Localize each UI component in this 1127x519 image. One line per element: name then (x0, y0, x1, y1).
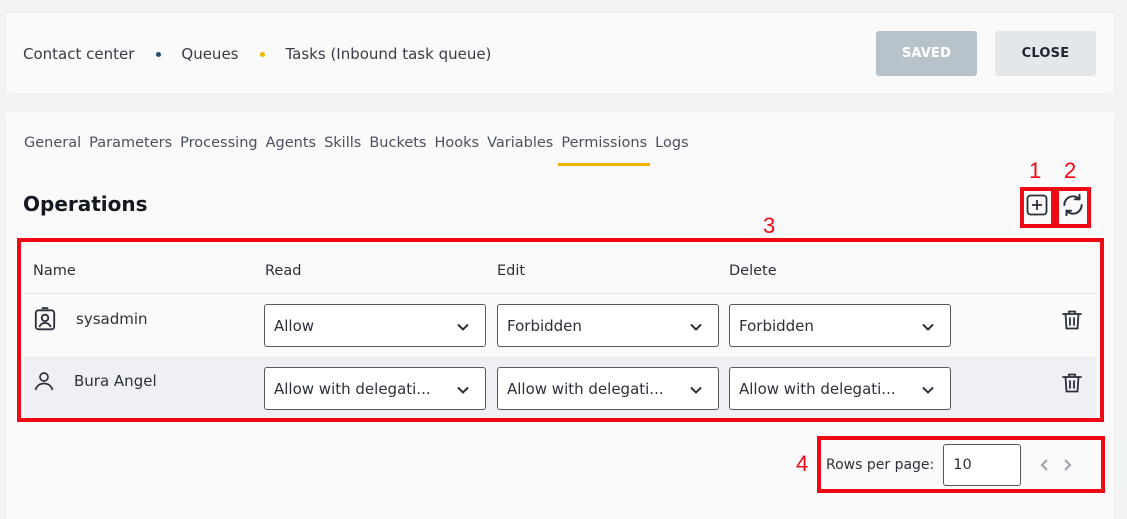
annotation-box-4 (817, 436, 1105, 493)
tab-hooks[interactable]: Hooks (434, 132, 479, 166)
saved-button[interactable]: SAVED (876, 31, 977, 76)
tab-skills[interactable]: Skills (324, 132, 361, 166)
tab-agents[interactable]: Agents (266, 132, 316, 166)
breadcrumb-queues[interactable]: Queues (181, 45, 238, 63)
tab-permissions[interactable]: Permissions (558, 132, 650, 166)
annotation-number-1: 1 (1029, 158, 1042, 183)
tab-parameters[interactable]: Parameters (89, 132, 172, 166)
close-button[interactable]: CLOSE (995, 31, 1096, 76)
annotation-number-2: 2 (1064, 158, 1077, 183)
annotation-box-1 (1020, 187, 1055, 228)
tab-logs[interactable]: Logs (655, 132, 688, 166)
annotation-number-4: 4 (796, 451, 809, 476)
annotation-number-3: 3 (763, 213, 776, 238)
tab-general[interactable]: General (24, 132, 81, 166)
annotation-box-3 (17, 238, 1104, 422)
page-header: Contact center Queues Tasks (Inbound tas… (6, 13, 1114, 93)
tab-bar: General Parameters Processing Agents Ski… (24, 132, 697, 166)
section-title: Operations (23, 192, 148, 216)
breadcrumb-current: Tasks (Inbound task queue) (285, 45, 492, 63)
tab-processing[interactable]: Processing (180, 132, 257, 166)
breadcrumb: Contact center Queues Tasks (Inbound tas… (23, 43, 491, 65)
tab-variables[interactable]: Variables (487, 132, 553, 166)
annotation-box-2 (1055, 187, 1091, 228)
breadcrumb-separator (260, 51, 266, 57)
breadcrumb-separator (156, 51, 162, 57)
tab-buckets[interactable]: Buckets (369, 132, 426, 166)
breadcrumb-contact-center[interactable]: Contact center (23, 45, 134, 63)
